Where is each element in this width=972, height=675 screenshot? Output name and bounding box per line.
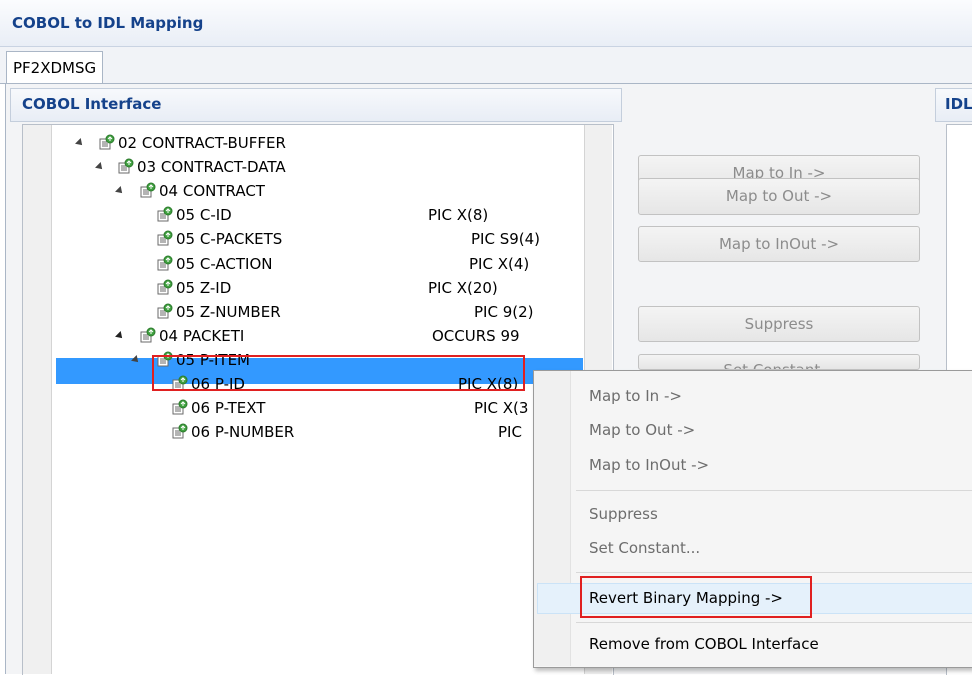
- context-menu-gutter: [534, 371, 571, 666]
- cobol-field-icon: [171, 399, 189, 417]
- tree-item-picture: PIC S9(4): [471, 230, 541, 249]
- menu-separator: [576, 490, 972, 491]
- tree-item-name: 05 Z-ID: [176, 278, 232, 297]
- tree-item[interactable]: 05 Z-ID PIC X(20): [0, 276, 972, 300]
- tree-item-name: 05 C-ID: [176, 206, 232, 225]
- suppress-label: Suppress: [744, 315, 814, 333]
- tab-strip: [0, 47, 972, 84]
- tree-item-picture: PIC X(20): [428, 278, 498, 297]
- menu-separator: [576, 622, 972, 623]
- tree-item-picture: OCCURS 99: [432, 326, 520, 345]
- window-title: COBOL to IDL Mapping: [12, 14, 204, 32]
- tree-item-name: 03 CONTRACT-DATA: [137, 158, 286, 177]
- tree-item-name: 04 CONTRACT: [159, 182, 265, 201]
- suppress-button[interactable]: Suppress: [638, 306, 920, 342]
- idl-interface-title: IDL Interface: [945, 95, 972, 113]
- cobol-field-icon: [156, 279, 174, 297]
- tree-item-name: 05 C-PACKETS: [176, 230, 283, 249]
- tree-item-picture: PIC 9(2): [474, 302, 534, 321]
- cobol-field-icon: [139, 327, 157, 345]
- cobol-field-icon: [171, 423, 189, 441]
- expand-arrow-icon[interactable]: [95, 162, 105, 173]
- tree-item-picture: PIC: [498, 423, 522, 442]
- expand-arrow-icon[interactable]: [115, 186, 125, 197]
- tree-item-picture: PIC X(8): [428, 206, 489, 225]
- set-constant-button[interactable]: Set Constant...: [638, 354, 920, 370]
- cobol-field-icon: [156, 206, 174, 224]
- menu-item-remove-from-cobol-interface[interactable]: Remove from COBOL Interface: [589, 629, 819, 659]
- menu-item-map-to-inout[interactable]: Map to InOut ->: [589, 450, 709, 480]
- cobol-interface-title: COBOL Interface: [22, 95, 162, 113]
- packeti-callout-frame: [152, 355, 525, 391]
- tree-item-picture: PIC X(4): [469, 254, 530, 273]
- tree-item-name: 05 C-ACTION: [176, 254, 273, 273]
- tree-item-name: 02 CONTRACT-BUFFER: [118, 134, 286, 152]
- expand-arrow-icon[interactable]: [131, 354, 141, 365]
- set-constant-label: Set Constant...: [723, 361, 835, 370]
- map-to-out-button[interactable]: Map to Out ->: [638, 178, 920, 215]
- expand-arrow-icon[interactable]: [75, 138, 85, 148]
- menu-item-map-to-in[interactable]: Map to In ->: [589, 381, 682, 411]
- tab-pf2xdmsg[interactable]: PF2XDMSG: [6, 51, 104, 83]
- expand-arrow-icon[interactable]: [115, 330, 125, 341]
- menu-item-suppress[interactable]: Suppress: [589, 499, 658, 529]
- cobol-field-icon: [139, 182, 157, 200]
- cobol-field-icon: [156, 255, 174, 273]
- map-to-out-label: Map to Out ->: [725, 187, 833, 205]
- map-to-inout-button[interactable]: Map to InOut ->: [638, 226, 920, 262]
- tree-item-name: 06 P-TEXT: [191, 399, 266, 418]
- menu-item-set-constant[interactable]: Set Constant...: [589, 533, 700, 563]
- tree-item-name: 06 P-NUMBER: [191, 423, 295, 442]
- tree-item-picture: PIC X(3: [474, 399, 529, 418]
- menu-item-map-to-out[interactable]: Map to Out ->: [589, 415, 695, 445]
- menu-separator: [576, 572, 972, 573]
- cobol-field-icon: [117, 158, 135, 176]
- tree-item[interactable]: 02 CONTRACT-BUFFER: [0, 131, 972, 155]
- revert-binary-mapping-callout-frame: [580, 576, 812, 618]
- cobol-field-icon: [156, 303, 174, 321]
- tree-item-name: 05 Z-NUMBER: [176, 302, 281, 321]
- cobol-field-icon: [98, 134, 116, 152]
- map-to-inout-label: Map to InOut ->: [718, 235, 840, 253]
- tree-item-name: 04 PACKETI: [159, 326, 245, 345]
- cobol-field-icon: [156, 230, 174, 248]
